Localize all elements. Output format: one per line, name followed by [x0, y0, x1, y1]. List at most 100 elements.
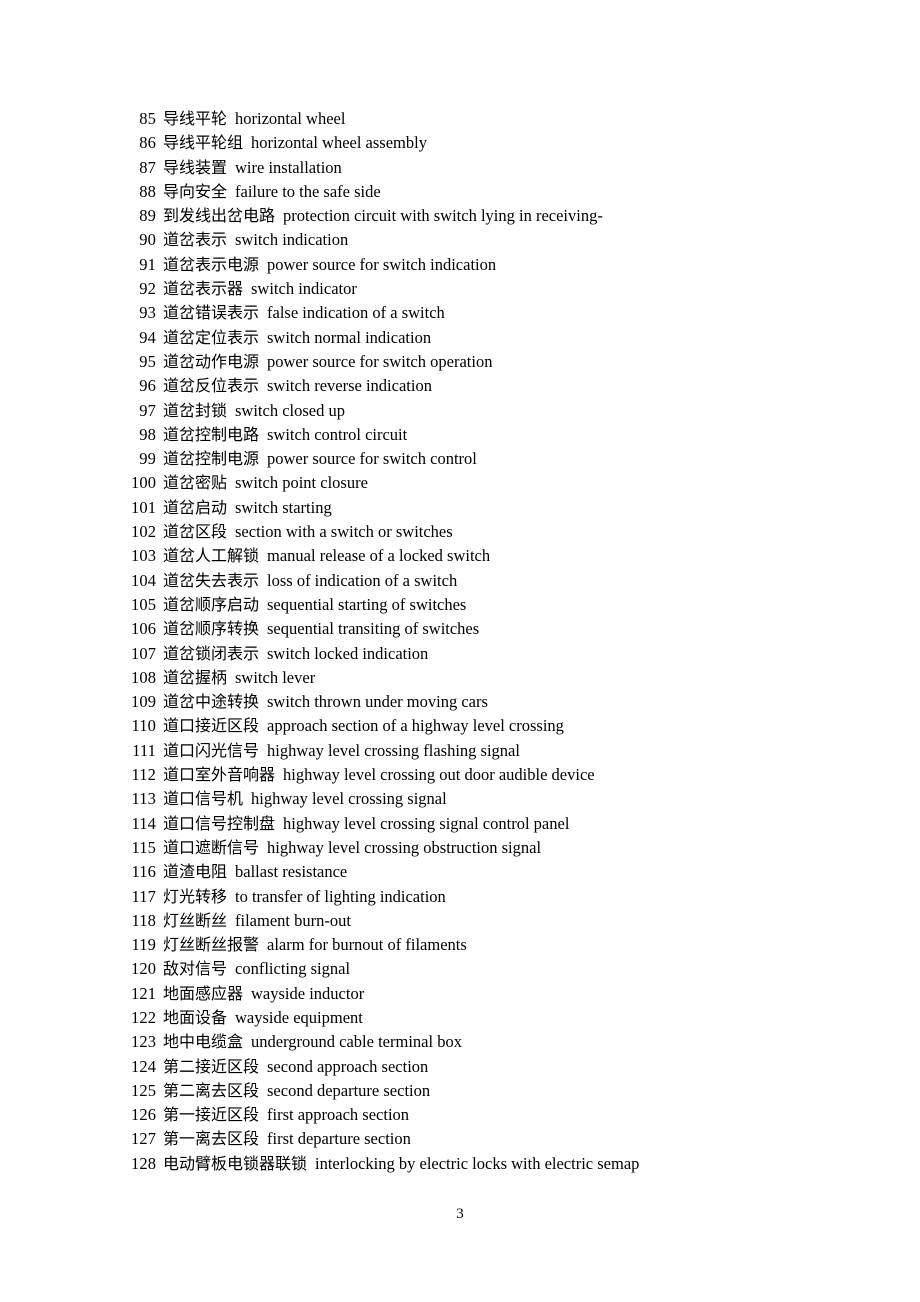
- entry-term-english: highway level crossing out door audible …: [283, 765, 595, 785]
- entry-term-chinese: 道岔握柄: [163, 667, 228, 687]
- entry-term-english: power source for switch indication: [267, 254, 497, 274]
- entry-number: 113: [131, 789, 156, 809]
- glossary-entry: 110 道口接近区段 approach section of a highway l…: [131, 714, 831, 738]
- glossary-entry-list: 85 导线平轮 horizontal wheel 86 导线平轮组 horizontal …: [131, 107, 831, 1176]
- glossary-entry: 114 道口信号控制盘 highway level crossing signal …: [131, 812, 831, 836]
- page-number: 3: [456, 1206, 464, 1222]
- entry-number: 101: [131, 497, 157, 517]
- entry-term-chinese: 第二接近区段: [163, 1056, 260, 1076]
- entry-term-chinese: 道岔区段: [163, 522, 228, 542]
- glossary-entry: 96 道岔反位表示 switch reverse indication: [131, 374, 831, 398]
- entry-term-english: interlocking by electric locks with elec…: [315, 1153, 640, 1173]
- glossary-entry: 120 敌对信号 conflicting signal: [131, 957, 831, 981]
- entry-term-chinese: 到发线出岔电路: [163, 206, 276, 226]
- entry-term-chinese: 道岔定位表示: [163, 327, 260, 347]
- entry-number: 119: [131, 935, 156, 955]
- glossary-entry: 100 道岔密贴 switch point closure: [131, 471, 831, 495]
- entry-term-english: switch reverse indication: [267, 376, 432, 396]
- entry-term-chinese: 第二离去区段: [163, 1080, 260, 1100]
- glossary-entry: 94 道岔定位表示 switch normal indication: [131, 326, 831, 350]
- glossary-entry: 90 道岔表示 switch indication: [131, 228, 831, 252]
- entry-term-english: underground cable terminal box: [251, 1032, 462, 1052]
- entry-term-english: approach section of a highway level cros…: [267, 716, 564, 736]
- entry-term-chinese: 道岔动作电源: [163, 351, 260, 371]
- entry-number: 117: [131, 886, 156, 906]
- glossary-entry: 89 到发线出岔电路 protection circuit with switch …: [131, 204, 831, 228]
- entry-term-chinese: 道渣电阻: [163, 862, 228, 882]
- entry-number: 85: [139, 109, 156, 128]
- entry-number: 111: [132, 740, 156, 760]
- entry-term-chinese: 灯丝断丝报警: [163, 935, 260, 955]
- glossary-entry: 125 第二离去区段 second departure section: [131, 1079, 831, 1103]
- glossary-entry: 103 道岔人工解锁 manual release of a locked swit…: [131, 544, 831, 568]
- entry-term-english: filament burn-out: [235, 910, 351, 930]
- entry-term-english: switch locked indication: [267, 643, 429, 663]
- entry-number: 124: [131, 1056, 157, 1076]
- entry-number: 115: [131, 837, 156, 857]
- entry-term-chinese: 道口信号机: [163, 789, 244, 809]
- entry-number: 86: [139, 133, 156, 153]
- entry-term-chinese: 导线平轮组: [163, 133, 244, 153]
- entry-term-chinese: 道口信号控制盘: [163, 813, 276, 833]
- glossary-entry: 91 道岔表示电源 power source for switch indicati…: [131, 253, 831, 277]
- entry-term-english: loss of indication of a switch: [267, 570, 458, 590]
- glossary-entry: 121 地面感应器 wayside inductor: [131, 982, 831, 1006]
- entry-term-chinese: 导线装置: [163, 157, 228, 177]
- entry-number: 100: [131, 473, 157, 493]
- entry-term-chinese: 道岔人工解锁: [163, 546, 260, 566]
- glossary-entry: 107 道岔锁闭表示 switch locked indication: [131, 642, 831, 666]
- glossary-entry: 109 道岔中途转换 switch thrown under moving cars: [131, 690, 831, 714]
- entry-term-chinese: 敌对信号: [163, 959, 228, 979]
- entry-number: 94: [139, 327, 156, 347]
- entry-term-chinese: 道岔控制电路: [163, 424, 260, 444]
- entry-term-chinese: 道岔表示器: [163, 279, 244, 299]
- entry-number: 112: [131, 765, 156, 785]
- document-page: 85 导线平轮 horizontal wheel 86 导线平轮组 horizontal …: [0, 0, 920, 1302]
- entry-term-english: second departure section: [267, 1080, 431, 1100]
- entry-number: 114: [131, 813, 156, 833]
- entry-term-chinese: 道岔失去表示: [163, 570, 260, 590]
- glossary-entry: 112 道口室外音响器 highway level crossing out doo…: [131, 763, 831, 787]
- entry-number: 95: [139, 351, 156, 371]
- entry-number: 103: [131, 546, 157, 566]
- glossary-entry: 128 电动臂板电锁器联锁 interlocking by electric loc…: [131, 1152, 831, 1176]
- entry-term-english: ballast resistance: [235, 862, 348, 882]
- entry-term-chinese: 地中电缆盒: [163, 1032, 244, 1052]
- entry-number: 102: [131, 522, 157, 542]
- glossary-entry: 119 灯丝断丝报警 alarm for burnout of filaments: [131, 933, 831, 957]
- entry-term-chinese: 道岔中途转换: [163, 692, 260, 712]
- entry-term-english: horizontal wheel: [235, 109, 346, 128]
- entry-term-english: manual release of a locked switch: [267, 546, 491, 566]
- entry-term-english: to transfer of lighting indication: [235, 886, 446, 906]
- entry-term-chinese: 道岔顺序启动: [163, 594, 260, 614]
- entry-term-chinese: 道岔密贴: [163, 473, 228, 493]
- entry-term-english: wayside equipment: [235, 1007, 363, 1027]
- entry-term-english: switch thrown under moving cars: [267, 692, 488, 712]
- glossary-entry: 127 第一离去区段 first departure section: [131, 1127, 831, 1151]
- glossary-entry: 85 导线平轮 horizontal wheel: [131, 107, 831, 131]
- glossary-entry: 98 道岔控制电路 switch control circuit: [131, 423, 831, 447]
- entry-term-chinese: 道岔顺序转换: [163, 619, 260, 639]
- glossary-entry: 115 道口遮断信号 highway level crossing obstruct…: [131, 836, 831, 860]
- glossary-entry: 104 道岔失去表示 loss of indication of a switch: [131, 569, 831, 593]
- entry-term-chinese: 导线平轮: [163, 109, 228, 128]
- entry-number: 125: [131, 1080, 157, 1100]
- entry-term-english: conflicting signal: [235, 959, 351, 979]
- entry-term-chinese: 道岔封锁: [163, 400, 228, 420]
- entry-term-chinese: 道岔表示: [163, 230, 228, 250]
- glossary-entry: 99 道岔控制电源 power source for switch control: [131, 447, 831, 471]
- entry-term-english: wire installation: [235, 157, 342, 177]
- entry-term-chinese: 道口接近区段: [163, 716, 260, 736]
- glossary-entry: 123 地中电缆盒 underground cable terminal box: [131, 1030, 831, 1054]
- glossary-entry: 122 地面设备 wayside equipment: [131, 1006, 831, 1030]
- glossary-entry: 86 导线平轮组 horizontal wheel assembly: [131, 131, 831, 155]
- entry-number: 104: [131, 570, 157, 590]
- glossary-entry: 88 导向安全 failure to the safe side: [131, 180, 831, 204]
- entry-number: 98: [139, 424, 156, 444]
- entry-number: 99: [139, 449, 156, 469]
- entry-number: 121: [131, 983, 157, 1003]
- entry-term-english: switch normal indication: [267, 327, 432, 347]
- entry-term-chinese: 道口室外音响器: [163, 765, 276, 785]
- entry-number: 123: [131, 1032, 157, 1052]
- entry-term-english: highway level crossing signal: [251, 789, 447, 809]
